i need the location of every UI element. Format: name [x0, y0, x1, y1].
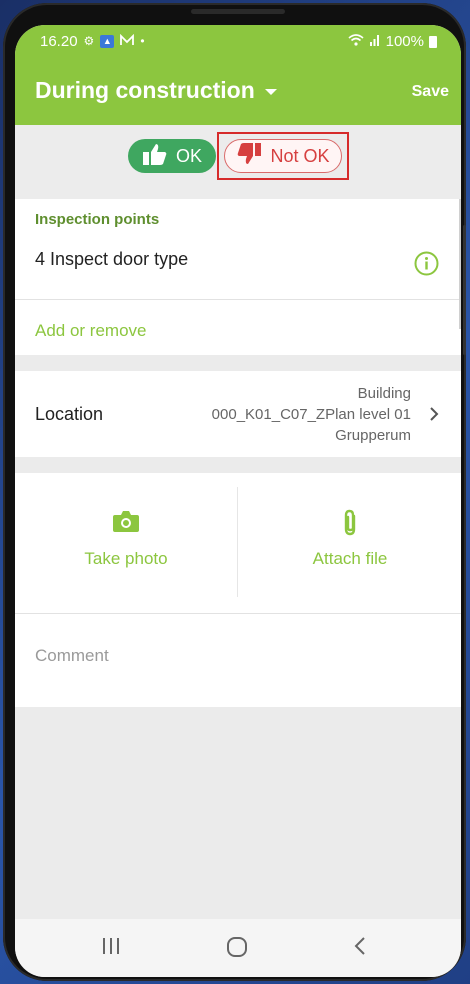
status-bar: 16.20 ⚙ ▲ • 100% — [15, 25, 461, 59]
divider — [15, 613, 461, 614]
location-card[interactable]: Location Building 000_K01_C07_ZPlan leve… — [15, 371, 461, 457]
home-icon[interactable] — [226, 937, 248, 962]
system-nav-bar — [15, 919, 461, 977]
wifi-icon — [348, 33, 364, 50]
phone-frame: 16.20 ⚙ ▲ • 100% During construction Sav… — [3, 3, 466, 981]
signal-icon — [369, 33, 381, 50]
location-value: Building 000_K01_C07_ZPlan level 01 Grup… — [212, 383, 411, 446]
attach-file-label: Attach file — [312, 549, 388, 568]
info-icon[interactable] — [414, 251, 439, 281]
battery-percent: 100% — [385, 33, 424, 50]
status-right: 100% — [348, 33, 437, 50]
app-bar: During construction Save — [15, 59, 461, 125]
page-title: During construction — [35, 77, 255, 103]
location-line-level: 000_K01_C07_ZPlan level 01 — [211, 406, 411, 423]
not-ok-highlight: Not OK — [217, 132, 349, 180]
back-icon[interactable] — [353, 937, 367, 960]
paperclip-icon — [239, 509, 461, 537]
battery-icon — [429, 35, 437, 48]
save-button[interactable]: Save — [412, 83, 449, 101]
add-or-remove-link[interactable]: Add or remove — [35, 321, 147, 341]
ok-button[interactable]: OK — [128, 139, 216, 173]
comment-field[interactable]: Comment — [35, 646, 109, 666]
divider — [15, 299, 461, 300]
scrollbar — [459, 199, 461, 329]
take-photo-button[interactable]: Take photo — [15, 473, 237, 613]
attach-file-button[interactable]: Attach file — [239, 473, 461, 613]
gear-icon: ⚙ — [83, 34, 95, 48]
mail-icon — [120, 33, 135, 50]
screen: 16.20 ⚙ ▲ • 100% During construction Sav… — [15, 25, 461, 977]
caret-down-icon — [264, 88, 277, 95]
attachments-card: Take photo Attach file Comment — [15, 473, 461, 707]
app-badge-icon: ▲ — [100, 35, 115, 48]
not-ok-label: Not OK — [270, 145, 330, 166]
location-line-building: Building — [357, 385, 411, 402]
inspection-points-header: Inspection points — [35, 211, 160, 228]
status-time: 16.20 — [40, 33, 78, 50]
thumbs-down-icon — [236, 142, 262, 171]
recent-apps-icon[interactable] — [101, 937, 121, 960]
status-left: 16.20 ⚙ ▲ • — [40, 33, 145, 50]
location-line-room: Grupperum — [335, 427, 411, 444]
speaker-notch — [191, 9, 285, 14]
status-toggle: OK Not OK — [15, 125, 461, 199]
ok-label: OK — [175, 145, 202, 166]
inspection-points-card: Inspection points 4 Inspect door type Ad… — [15, 199, 461, 355]
thumbs-up-icon — [142, 142, 168, 171]
title-dropdown[interactable]: During construction — [35, 77, 277, 104]
inspection-item[interactable]: 4 Inspect door type — [35, 249, 188, 270]
camera-icon — [15, 509, 237, 533]
dot-icon: • — [140, 34, 145, 48]
side-button — [463, 225, 466, 355]
action-divider — [237, 487, 238, 597]
not-ok-button[interactable]: Not OK — [224, 139, 342, 173]
take-photo-label: Take photo — [84, 549, 168, 568]
chevron-right-icon — [429, 406, 439, 427]
location-label: Location — [35, 404, 104, 424]
